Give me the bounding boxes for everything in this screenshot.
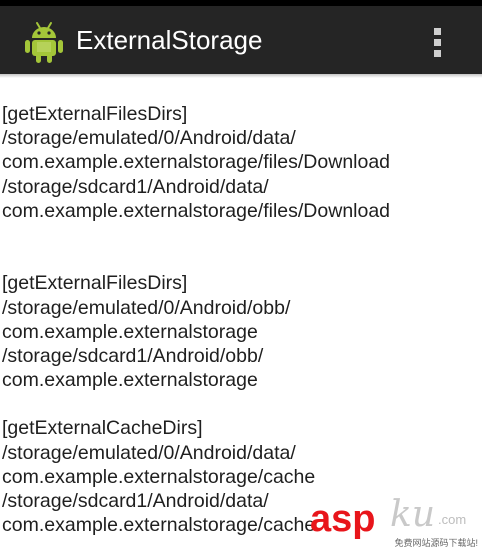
output-line: com.example.externalstorage (2, 320, 258, 343)
output-line: [getExternalFilesDirs] (2, 272, 188, 295)
output-line: [getExternalFilesDirs] (2, 103, 188, 125)
overflow-menu-icon[interactable] (426, 24, 450, 60)
output-line: com.example.externalstorage/cache (2, 514, 316, 537)
output-line: /storage/sdcard1/Android/obb/ (2, 344, 264, 367)
output-line: com.example.externalstorage/files/Downlo… (2, 151, 391, 174)
output-line: /storage/sdcard1/Android/data/ (2, 490, 269, 512)
output-line: com.example.externalstorage/cache (2, 465, 316, 488)
output-line: /storage/emulated/0/Android/obb/ (2, 296, 291, 319)
output-line: com.example.externalstorage/files/Downlo… (2, 199, 391, 222)
android-robot-icon[interactable] (24, 20, 64, 64)
action-bar: ExternalStorage (0, 6, 482, 74)
output-line: /storage/sdcard1/Android/data/ (2, 175, 269, 198)
output-line: /storage/emulated/0/Android/data/ (2, 127, 296, 150)
directory-output: [getExternalFilesDirs] /storage/emulated… (2, 102, 480, 551)
action-bar-shadow (0, 74, 482, 78)
output-line: com.example.externalstorage (2, 369, 258, 392)
app-title: ExternalStorage (76, 25, 263, 55)
output-line: [getExternalCacheDirs] (2, 417, 203, 440)
output-line: /storage/emulated/0/Android/data/ (2, 441, 296, 464)
